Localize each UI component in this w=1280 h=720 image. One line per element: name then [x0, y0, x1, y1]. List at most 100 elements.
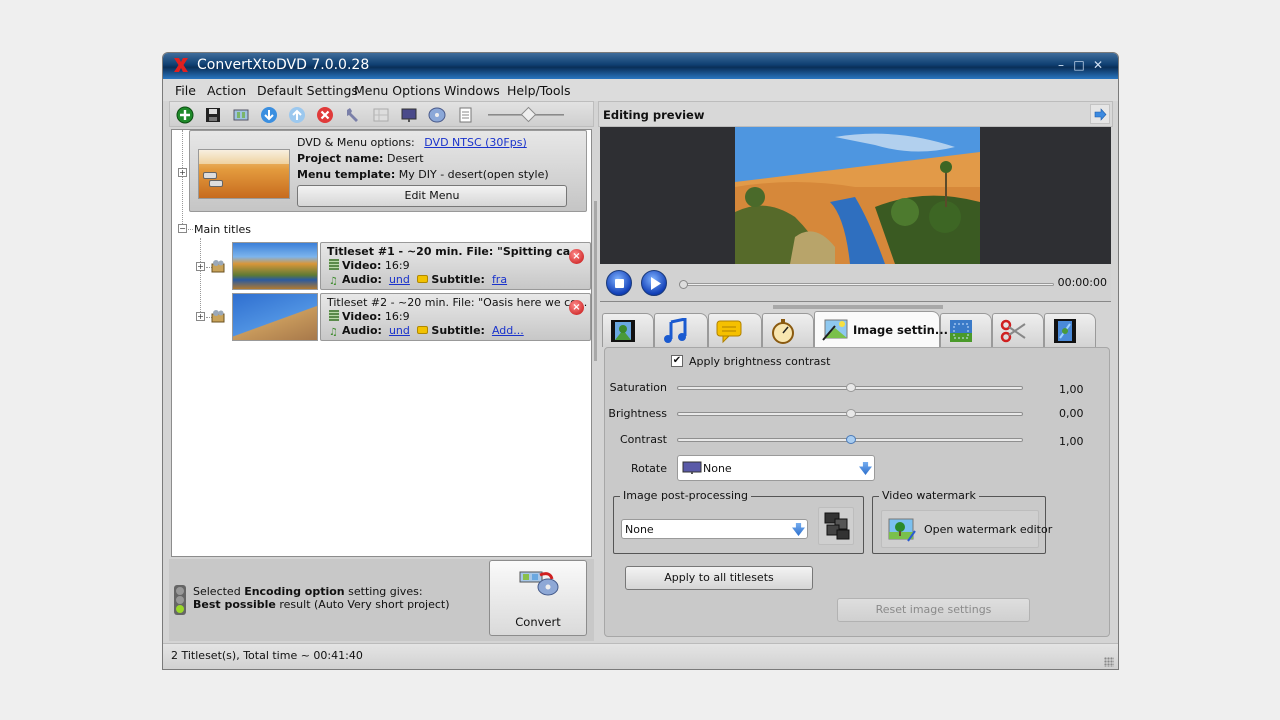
audio-link[interactable]: und	[389, 324, 410, 337]
menu-menu-options[interactable]: Menu Options	[354, 83, 441, 98]
brightness-knob[interactable]	[846, 409, 856, 418]
audio-note-icon: ♫	[329, 276, 338, 287]
subtitle-label: Subtitle:	[431, 324, 485, 337]
apply-to-all-titlesets-button[interactable]: Apply to all titlesets	[625, 566, 813, 590]
menu-windows[interactable]: Windows	[444, 83, 500, 98]
zoom-slider[interactable]	[488, 106, 564, 123]
grid-icon[interactable]	[372, 106, 390, 124]
remove-titleset-2-icon[interactable]: ×	[569, 300, 584, 315]
zoom-slider-thumb[interactable]	[520, 106, 537, 123]
minimize-button[interactable]: –	[1054, 58, 1068, 72]
contrast-slider[interactable]	[677, 435, 1023, 444]
saturation-slider[interactable]	[677, 383, 1023, 392]
menu-help-tools[interactable]: Help/Tools	[507, 83, 571, 98]
seek-knob[interactable]	[679, 280, 688, 289]
monitor-icon[interactable]	[400, 106, 418, 124]
rotate-value: None	[703, 462, 732, 475]
titleset-2-thumbnail[interactable]	[232, 293, 318, 341]
convert-settings-icon[interactable]	[232, 106, 250, 124]
tab-image-settings-label: Image settin...	[853, 323, 948, 337]
document-icon[interactable]	[456, 106, 474, 124]
preview-header: Editing preview	[598, 101, 1113, 127]
move-up-icon[interactable]	[288, 106, 306, 124]
titleset-2-card[interactable]: Titleset #2 - ~20 min. File: "Oasis here…	[320, 293, 591, 341]
film-effect-icon	[1054, 319, 1076, 343]
seek-slider[interactable]	[679, 280, 1054, 289]
subtitle-link[interactable]: fra	[492, 273, 507, 286]
postprocessing-options-button[interactable]	[818, 507, 854, 545]
tab-subtitles[interactable]	[708, 313, 762, 347]
apply-brightness-checkbox[interactable]: ✔	[671, 355, 683, 367]
convert-button[interactable]: Convert	[489, 560, 587, 636]
dvd-options-row: DVD & Menu options: DVD NTSC (30Fps)	[297, 136, 527, 149]
add-icon[interactable]	[176, 106, 194, 124]
postprocessing-dropdown[interactable]: None	[621, 519, 808, 539]
menu-template-value: My DIY - desert(open style)	[398, 168, 549, 181]
tools-icon[interactable]	[344, 106, 362, 124]
expand-titleset-2-toggle[interactable]: +	[196, 312, 205, 321]
add-subtitle-link[interactable]: Add...	[492, 324, 524, 337]
resize-grip[interactable]	[1104, 657, 1114, 667]
video-frame	[735, 127, 980, 264]
collapse-preview-button[interactable]	[1090, 104, 1110, 124]
convert-icon	[519, 571, 559, 596]
audio-label: Audio:	[342, 273, 382, 286]
brightness-slider[interactable]	[677, 409, 1023, 418]
menu-action[interactable]: Action	[207, 83, 246, 98]
titleset-2-title: Titleset #2 - ~20 min. File: "Oasis here…	[327, 296, 588, 309]
remove-titleset-1-icon[interactable]: ×	[569, 249, 584, 264]
open-watermark-editor-button[interactable]: Open watermark editor	[881, 510, 1052, 548]
tab-image-settings[interactable]: Image settin...	[814, 311, 948, 347]
titleset-1-thumbnail[interactable]	[232, 242, 318, 290]
playback-controls: 00:00:00	[600, 264, 1111, 302]
titleset-1-card[interactable]: Titleset #1 - ~20 min. File: "Spitting c…	[320, 242, 591, 290]
expand-titleset-1-toggle[interactable]: +	[196, 262, 205, 271]
audio-note-icon: ♫	[329, 327, 338, 338]
saturation-knob[interactable]	[846, 383, 856, 392]
horizontal-splitter[interactable]	[773, 305, 943, 309]
collapse-main-titles-toggle[interactable]: −	[178, 224, 187, 233]
toolbar	[169, 101, 594, 127]
postprocessing-value: None	[625, 523, 654, 536]
rotate-dropdown[interactable]: None	[677, 455, 875, 481]
play-button[interactable]	[641, 270, 667, 296]
tab-audio[interactable]	[654, 313, 708, 347]
film-icon	[329, 310, 339, 321]
close-button[interactable]: ✕	[1091, 58, 1105, 72]
menu-thumbnail[interactable]	[198, 149, 290, 199]
contrast-knob[interactable]	[846, 435, 856, 444]
scissors-icon	[1000, 319, 1026, 343]
edit-menu-button[interactable]: Edit Menu	[297, 185, 567, 207]
maximize-button[interactable]: □	[1072, 58, 1086, 72]
stopwatch-icon	[772, 319, 794, 344]
titleset-2-audio-row: ♫ Audio: und Subtitle: Add...	[329, 324, 524, 338]
dvd-options-label: DVD & Menu options:	[297, 136, 415, 149]
reset-image-settings-button[interactable]: Reset image settings	[837, 598, 1030, 622]
title-bar[interactable]: ConvertXtoDVD 7.0.0.28 – □ ✕	[163, 53, 1118, 79]
brightness-label: Brightness	[608, 407, 667, 420]
video-value: 16:9	[384, 310, 410, 323]
arrow-right-icon	[1094, 108, 1107, 121]
disc-icon[interactable]	[428, 106, 446, 124]
dvd-options-link[interactable]: DVD NTSC (30Fps)	[424, 136, 527, 149]
status-bar: 2 Titleset(s), Total time ~ 00:41:40	[163, 643, 1118, 669]
video-label: Video:	[342, 259, 382, 272]
menu-file[interactable]: File	[175, 83, 196, 98]
audio-link[interactable]: und	[389, 273, 410, 286]
menu-default-settings[interactable]: Default Settings	[257, 83, 358, 98]
titleset-icon	[211, 260, 225, 273]
app-logo-icon	[174, 58, 188, 72]
move-down-icon[interactable]	[260, 106, 278, 124]
stop-button[interactable]	[606, 270, 632, 296]
tab-transitions[interactable]	[1044, 313, 1096, 347]
delete-icon[interactable]	[316, 106, 334, 124]
titleset-1-audio-row: ♫ Audio: und Subtitle: fra	[329, 273, 507, 287]
expand-menu-toggle[interactable]: +	[178, 168, 187, 177]
tab-chapters[interactable]	[762, 313, 814, 347]
project-tree: + DVD & Menu options: DVD NTSC (30Fps) P…	[171, 129, 592, 557]
dropdown-arrow-icon	[859, 462, 872, 475]
tab-cut[interactable]	[992, 313, 1044, 347]
tab-video[interactable]	[602, 313, 654, 347]
main-titles-label: Main titles	[194, 223, 251, 236]
save-icon[interactable]	[204, 106, 222, 124]
